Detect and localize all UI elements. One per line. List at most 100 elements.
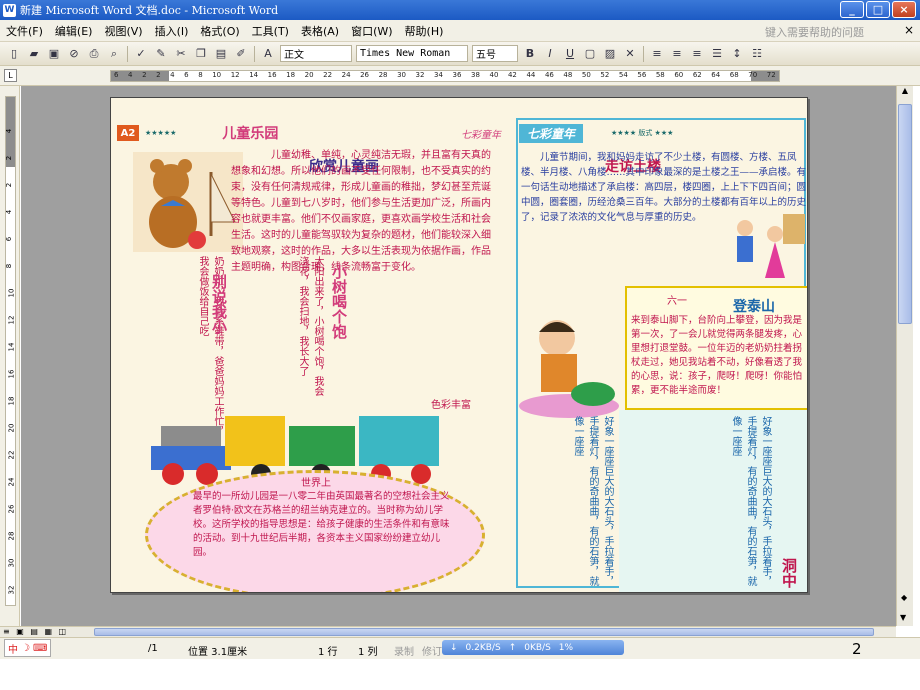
ruler-number: 34 xyxy=(434,71,443,79)
underline-button[interactable]: U xyxy=(561,45,579,63)
scroll-down-icon[interactable]: ▼ xyxy=(900,613,906,622)
menu-help[interactable]: 帮助(H) xyxy=(399,23,450,39)
vruler-number: 4 xyxy=(5,128,14,134)
spelling-icon[interactable]: ✓ xyxy=(132,45,150,63)
bold-button[interactable]: B xyxy=(521,45,539,63)
numbering-icon[interactable]: ☷ xyxy=(748,45,766,63)
vruler-number: 8 xyxy=(5,263,14,269)
ruler-numbers: 6 4 2 2 4 6 8 10 12 14 16 18 20 22 24 26 28 30 32 34 36 38 40 4… xyxy=(111,71,779,81)
article-taishan: 来到泰山脚下，台阶向上攀登，因为我是第一次，了一会儿就觉得两条腿发疼，心里想打退… xyxy=(631,315,803,396)
toolbar-separator xyxy=(643,45,644,62)
align-left-icon[interactable]: ≡ xyxy=(648,45,666,63)
cut-icon[interactable]: ✂ xyxy=(172,45,190,63)
new-doc-icon[interactable]: ▯ xyxy=(5,45,23,63)
open-icon[interactable]: ▰ xyxy=(25,45,43,63)
headline-dont-say-small: 别说我小 xyxy=(210,274,228,334)
ruler-number: 6 xyxy=(184,71,189,79)
column-number: 1 列 xyxy=(358,647,378,658)
right-section-title: 七彩童年 xyxy=(519,124,584,143)
menu-view[interactable]: 视图(V) xyxy=(98,23,148,39)
justify-icon[interactable]: ☰ xyxy=(708,45,726,63)
doc-close-icon[interactable]: × xyxy=(904,23,914,37)
document-page[interactable]: A2 ★★★★★ 儿童乐园 七彩童年 欣赏儿童画 儿童幼稚、单纯，心灵纯洁无瑕，… xyxy=(110,97,808,593)
menu-file[interactable]: 文件(F) xyxy=(0,23,49,39)
ruler-number: 70 xyxy=(748,71,758,79)
ruler-number: 60 xyxy=(674,71,684,79)
char-scale-icon[interactable]: ✕ xyxy=(621,45,639,63)
prev-page-icon[interactable]: ◆ xyxy=(901,593,907,602)
vruler-strip: 4 2 2 4 6 8 10 12 14 16 18 20 22 24 26 28 30 32 xyxy=(5,96,16,606)
font-size-dropdown[interactable]: 五号 xyxy=(472,45,518,62)
italic-button[interactable]: I xyxy=(541,45,559,63)
view-mode-buttons[interactable]: ≡ ▣ ▤ ▦ ◫ xyxy=(3,627,68,636)
menu-tools[interactable]: 工具(T) xyxy=(246,23,295,39)
menu-edit[interactable]: 编辑(E) xyxy=(49,23,99,39)
paste-icon[interactable]: ▤ xyxy=(212,45,230,63)
moon-icon[interactable]: ☽ xyxy=(21,643,30,654)
ruler-number: 36 xyxy=(452,71,462,79)
char-border-icon[interactable]: ▢ xyxy=(581,45,599,63)
vruler-number: 2 xyxy=(5,155,14,161)
vertical-scrollbar[interactable]: ▲ ◆ ▼ xyxy=(896,86,913,626)
ruler-number: 68 xyxy=(729,71,739,79)
vertical-scroll-thumb[interactable] xyxy=(898,104,912,324)
upload-speed: 0KB/S xyxy=(524,642,551,653)
vruler-number: 20 xyxy=(7,423,16,433)
oval-article: 最早的一所幼儿园是一八零二年由英国最著名的空想社会主义者罗伯特·欧文在苏格兰的纽… xyxy=(193,491,450,558)
word-app-icon[interactable]: W xyxy=(3,3,16,17)
close-button[interactable]: × xyxy=(892,1,916,18)
styles-icon[interactable]: A xyxy=(259,45,277,63)
network-speed-widget: ↓ 0.2KB/S ↑ 0KB/S 1% xyxy=(442,640,624,655)
vruler-number: 22 xyxy=(7,450,16,460)
print-icon[interactable]: ⎙ xyxy=(85,45,103,63)
ime-status[interactable]: 中 xyxy=(8,641,18,656)
research-icon[interactable]: ✎ xyxy=(152,45,170,63)
newspaper-header: A2 ★★★★★ 儿童乐园 七彩童年 xyxy=(117,122,501,144)
permission-icon[interactable]: ⊘ xyxy=(65,45,83,63)
children-day-mark: 六一 xyxy=(667,296,687,307)
window-title: 新建 Microsoft Word 文档.doc - Microsoft Wor… xyxy=(20,4,279,17)
menu-table[interactable]: 表格(A) xyxy=(295,23,345,39)
cursor-position: 位置 3.1厘米 xyxy=(188,647,248,658)
restore-button[interactable]: □ xyxy=(866,1,890,18)
menu-format[interactable]: 格式(O) xyxy=(194,23,245,39)
title-bar: W 新建 Microsoft Word 文档.doc - Microsoft W… xyxy=(0,0,920,20)
cpu-percent: 1% xyxy=(558,642,574,653)
horizontal-ruler[interactable]: L 6 4 2 2 4 6 8 10 12 14 16 18 20 22 24 26 28 30 32 34 36 38 4… xyxy=(0,66,920,86)
char-shading-icon[interactable]: ▨ xyxy=(601,45,619,63)
horizontal-scroll-thumb[interactable] xyxy=(94,628,874,636)
format-painter-icon[interactable]: ✐ xyxy=(232,45,250,63)
tab-selector[interactable]: L xyxy=(4,69,17,82)
save-icon[interactable]: ▣ xyxy=(45,45,63,63)
ruler-number: 62 xyxy=(692,71,702,79)
record-indicator[interactable]: 录制 xyxy=(394,643,414,658)
vruler-number: 10 xyxy=(7,288,16,298)
menu-insert[interactable]: 插入(I) xyxy=(149,23,195,39)
minimize-button[interactable]: _ xyxy=(840,1,864,18)
align-right-icon[interactable]: ≡ xyxy=(688,45,706,63)
copy-icon[interactable]: ❐ xyxy=(192,45,210,63)
page-count: /1 xyxy=(148,643,158,654)
headline-little-tree: 小树喝个饱 xyxy=(330,264,348,339)
align-center-icon[interactable]: ≡ xyxy=(668,45,686,63)
ruler-number: 20 xyxy=(304,71,314,79)
keyboard-icon[interactable]: ⌨ xyxy=(33,643,47,654)
ruler-number: 28 xyxy=(378,71,388,79)
vruler-number: 2 xyxy=(5,182,14,188)
print-preview-icon[interactable]: ⌕ xyxy=(105,45,123,63)
vruler-number: 26 xyxy=(7,504,16,514)
revision-indicator[interactable]: 修订 xyxy=(422,643,442,658)
ime-toolbar[interactable]: 中 ☽ ⌨ xyxy=(4,639,52,657)
line-spacing-icon[interactable]: ↕ xyxy=(728,45,746,63)
style-dropdown[interactable]: 正文 xyxy=(280,45,352,62)
ruler-number: 52 xyxy=(600,71,610,79)
ruler-number: 72 xyxy=(766,71,776,79)
vertical-ruler[interactable]: 4 2 2 4 6 8 10 12 14 16 18 20 22 24 26 28 30 32 xyxy=(0,86,20,626)
help-search-input[interactable]: 键入需要帮助的问题 xyxy=(765,24,864,40)
horizontal-scrollbar[interactable]: ≡ ▣ ▤ ▦ ◫ xyxy=(0,626,896,637)
header-stars: ★★★★★ xyxy=(145,129,177,137)
article-hand-shadow: 好象一座座巨大的大石头，手拉着手，手提着灯，有的奇曲曲，有的石笋，就像一座座 xyxy=(730,416,771,586)
scroll-up-icon[interactable]: ▲ xyxy=(897,86,913,95)
menu-window[interactable]: 窗口(W) xyxy=(345,23,398,39)
font-dropdown[interactable]: Times New Roman xyxy=(356,45,468,62)
